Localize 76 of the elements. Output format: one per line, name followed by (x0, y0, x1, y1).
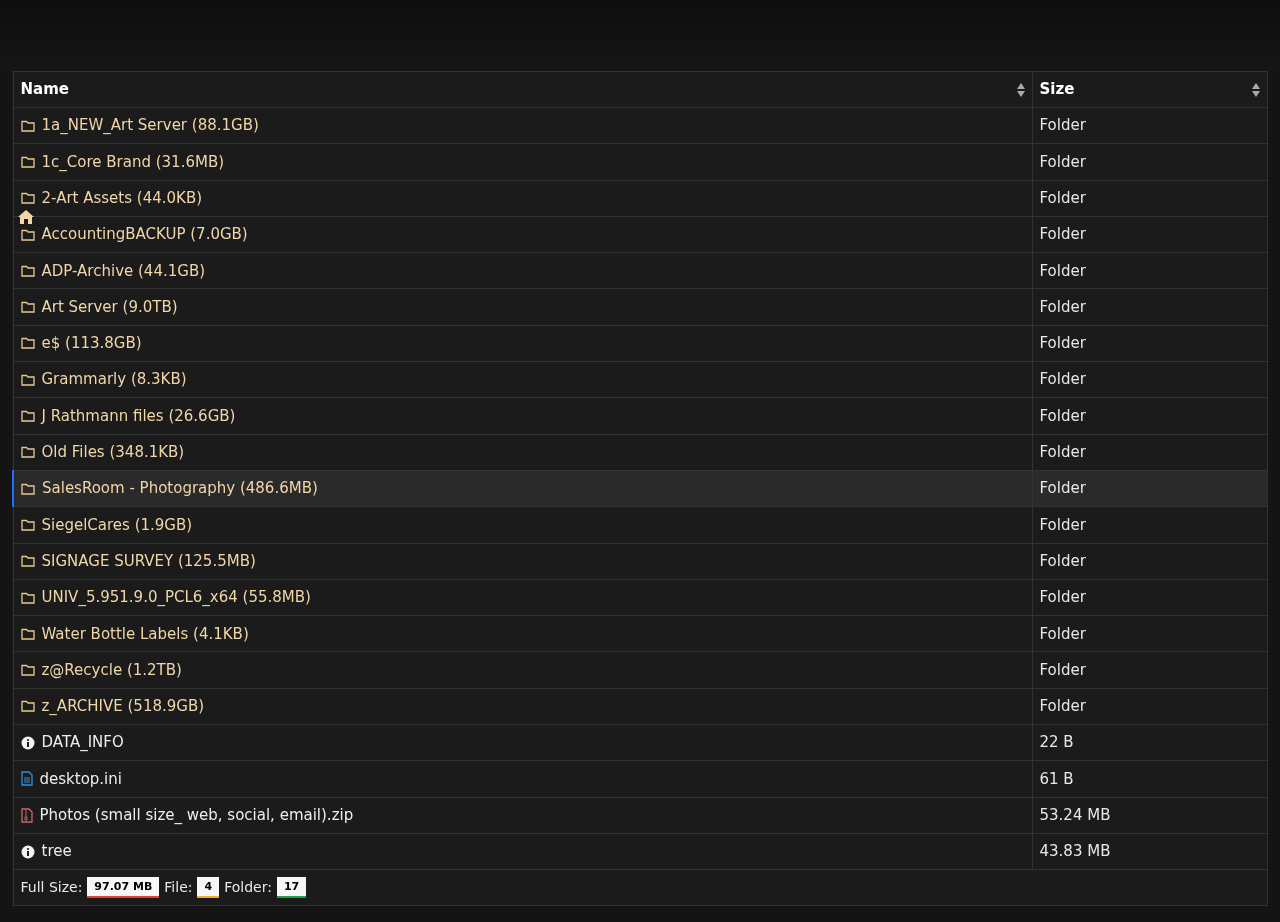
summary-label: Full Size: (20, 878, 83, 898)
folder-icon (20, 664, 35, 677)
folder-icon (20, 555, 35, 568)
summary-badge: 17 (276, 877, 307, 899)
size-cell: Folder (1032, 579, 1268, 616)
column-header[interactable]: Name (13, 71, 1032, 108)
size-cell: Folder (1032, 651, 1268, 689)
file-name[interactable]: 1c_Core Brand (31.6MB) (41, 150, 225, 174)
folder-icon (20, 410, 35, 422)
size-cell: Folder (1032, 434, 1268, 471)
file-name[interactable]: AccountingBACKUP (7.0GB) (41, 223, 248, 246)
size-cell: Folder (1032, 615, 1268, 652)
size-cell: 43.83 MB (1032, 833, 1268, 870)
file-name[interactable]: z_ARCHIVE (518.9GB) (41, 695, 205, 718)
file-name[interactable]: Old Files (348.1KB) (41, 441, 185, 464)
size-cell: Folder (1032, 325, 1268, 362)
summary-badge: 97.07 MB (87, 877, 160, 899)
home-button[interactable] (16, 208, 35, 225)
file-name[interactable]: Art Server (9.0TB) (41, 295, 178, 319)
file-name[interactable]: Grammarly (8.3KB) (41, 368, 187, 391)
size-cell: Folder (1032, 107, 1268, 144)
file-name[interactable]: z@Recycle (1.2TB) (41, 658, 182, 682)
file-name[interactable]: ADP-Archive (44.1GB) (41, 259, 206, 283)
summary-label: File: (164, 878, 193, 898)
folder-icon (20, 228, 35, 241)
folder-icon (20, 446, 35, 459)
folder-icon (20, 337, 35, 350)
document-icon (20, 771, 33, 787)
file-name[interactable]: 2-Art Assets (44.0KB) (41, 187, 203, 210)
size-cell: Folder (1032, 397, 1268, 435)
size-cell: Folder (1032, 143, 1268, 181)
file-row[interactable]: SalesRoom - Photography (486.6MB) Folder (13, 470, 1268, 507)
size-cell: Folder (1032, 289, 1268, 326)
folder-icon (20, 591, 35, 604)
file-name[interactable]: SIGNAGE SURVEY (125.5MB) (41, 549, 256, 573)
folder-icon (21, 482, 35, 495)
file-name[interactable]: desktop.ini (39, 767, 122, 791)
file-name[interactable]: SiegelCares (1.9GB) (41, 513, 193, 537)
sort-icon (1252, 82, 1260, 97)
size-cell: Folder (1032, 506, 1268, 544)
folder-icon (20, 700, 35, 713)
folder-icon (20, 373, 35, 386)
size-cell: Folder (1032, 470, 1268, 507)
zip-file-icon (20, 807, 33, 823)
size-cell: Folder (1032, 688, 1268, 725)
folder-icon (20, 301, 35, 314)
folder-icon (20, 192, 35, 205)
file-name[interactable]: J Rathmann files (26.6GB) (41, 404, 236, 428)
size-cell: 53.24 MB (1032, 797, 1268, 834)
folder-icon (20, 264, 35, 277)
file-name[interactable]: 1a_NEW_Art Server (88.1GB) (41, 114, 259, 137)
file-name[interactable]: DATA_INFO (41, 731, 124, 754)
folder-icon (20, 518, 35, 531)
folder-icon (20, 155, 35, 168)
sort-icon (1016, 82, 1025, 97)
file-name[interactable]: Water Bottle Labels (4.1KB) (41, 622, 249, 646)
folder-icon (20, 627, 35, 640)
size-cell: 61 B (1032, 760, 1268, 798)
summary-badge: 4 (197, 877, 220, 899)
file-name[interactable]: UNIV_5.951.9.0_PCL6_x64 (55.8MB) (41, 586, 311, 609)
size-cell: Folder (1032, 216, 1268, 253)
info-icon (20, 844, 35, 859)
size-cell: Folder (1032, 252, 1268, 289)
file-name[interactable]: tree (41, 840, 72, 863)
size-cell: Folder (1032, 180, 1268, 217)
file-name[interactable]: Photos (small size_ web, social, email).zip (39, 804, 354, 827)
size-cell: Folder (1032, 543, 1268, 580)
file-name[interactable]: SalesRoom - Photography (486.6MB) (42, 477, 318, 500)
info-icon (20, 735, 35, 750)
size-cell: Folder (1032, 361, 1268, 398)
folder-icon (20, 119, 35, 132)
size-cell: 22 B (1032, 724, 1268, 761)
file-name[interactable]: e$ (113.8GB) (41, 332, 142, 355)
column-header[interactable]: Size (1032, 71, 1268, 108)
home-icon (16, 208, 35, 225)
summary-label: Folder: (224, 878, 272, 898)
